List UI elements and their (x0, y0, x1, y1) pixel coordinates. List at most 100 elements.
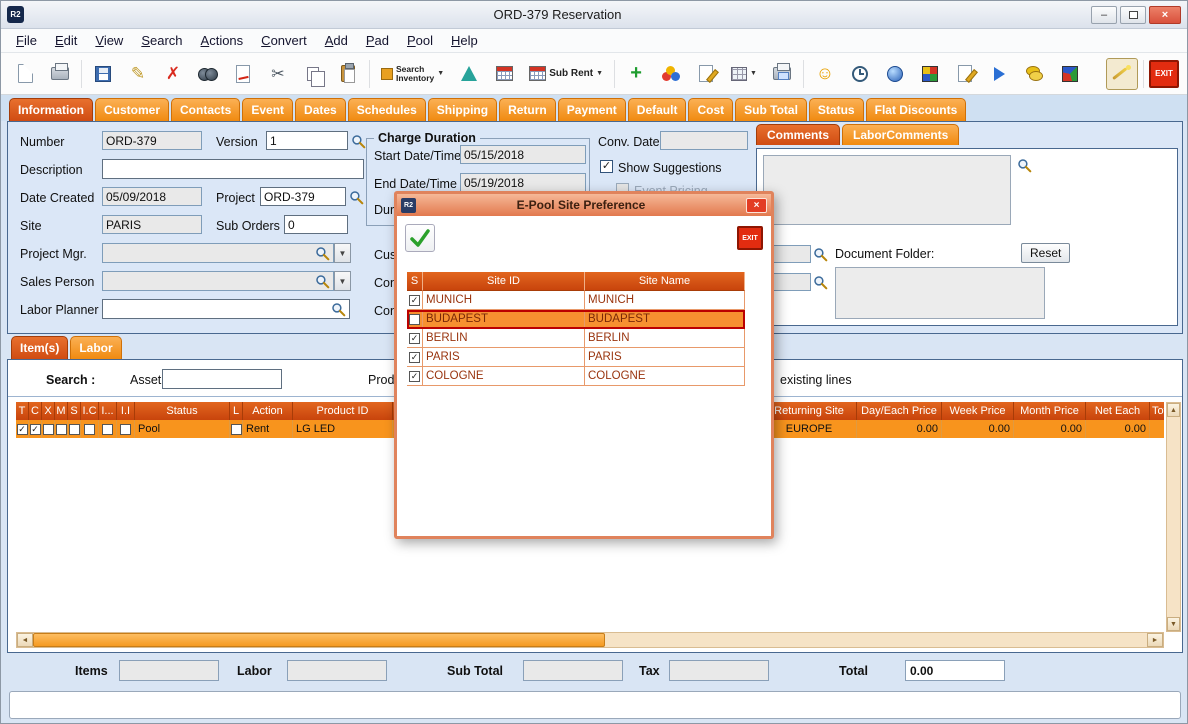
horizontal-scrollbar[interactable]: ◄ ► (16, 632, 1164, 648)
dialog-close-button[interactable]: × (746, 198, 767, 213)
wand-button[interactable] (1106, 58, 1138, 90)
version-field[interactable]: 1 (266, 131, 348, 150)
row-checkbox-i[interactable] (102, 424, 113, 435)
date-created-field[interactable]: 05/09/2018 (102, 187, 202, 206)
col-i[interactable]: I... (99, 402, 117, 420)
tab-customer[interactable]: Customer (95, 98, 169, 121)
menu-search[interactable]: Search (132, 30, 191, 51)
menu-add[interactable]: Add (316, 30, 357, 51)
new-button[interactable] (9, 58, 41, 90)
site-field[interactable]: PARIS (102, 215, 202, 234)
add-line-button[interactable]: + (620, 58, 652, 90)
edit-button[interactable]: ✎ (122, 58, 154, 90)
tab-labor[interactable]: Labor (70, 336, 121, 359)
site-checkbox[interactable]: ✓ (409, 295, 420, 306)
col-day-each-price[interactable]: Day/Each Price (857, 402, 942, 420)
web-button[interactable] (879, 58, 911, 90)
tab-payment[interactable]: Payment (558, 98, 626, 121)
conv-date-field[interactable] (660, 131, 748, 150)
find-button[interactable] (192, 58, 224, 90)
menu-edit[interactable]: Edit (46, 30, 86, 51)
comments-textarea[interactable] (763, 155, 1011, 225)
tab-event[interactable]: Event (242, 98, 293, 121)
site-checkbox[interactable]: ✓ (409, 371, 420, 382)
export-button[interactable] (984, 58, 1016, 90)
site-col-name[interactable]: Site Name (585, 272, 745, 291)
row-checkbox-ic[interactable] (84, 424, 95, 435)
vertical-scrollbar[interactable]: ▲ ▼ (1166, 402, 1181, 632)
row-checkbox-s[interactable] (69, 424, 80, 435)
dialog-ok-button[interactable] (405, 224, 435, 252)
comments-search-button[interactable] (1015, 156, 1034, 175)
col-ic[interactable]: I.C (81, 402, 99, 420)
menu-view[interactable]: View (86, 30, 132, 51)
col-product-id[interactable]: Product ID (293, 402, 393, 420)
col-net-each[interactable]: Net Each (1086, 402, 1150, 420)
end-date-field[interactable]: 05/19/2018 (460, 173, 586, 192)
folder-search-button-1[interactable] (811, 245, 830, 264)
financials-button[interactable] (1019, 58, 1051, 90)
cube-button[interactable] (1054, 58, 1086, 90)
row-checkbox-c[interactable]: ✓ (30, 424, 41, 435)
history-button[interactable] (844, 58, 876, 90)
project-field[interactable]: ORD-379 (260, 187, 346, 206)
asset-search-input[interactable] (162, 369, 282, 389)
options-button[interactable] (655, 58, 687, 90)
site-checkbox[interactable]: ✓ (409, 352, 420, 363)
tab-return[interactable]: Return (499, 98, 556, 121)
menu-help[interactable]: Help (442, 30, 487, 51)
col-returning-site[interactable]: Returning Site (762, 402, 857, 420)
sub-rent-button[interactable]: Sub Rent ▼ (523, 58, 609, 90)
col-ii[interactable]: I.I (117, 402, 135, 420)
availability-button[interactable] (488, 58, 520, 90)
sales-person-dropdown[interactable]: ▼ (334, 271, 351, 291)
row-checkbox-ii[interactable] (120, 424, 131, 435)
tab-contacts[interactable]: Contacts (171, 98, 240, 121)
col-x[interactable]: X (42, 402, 55, 420)
save-button[interactable] (87, 58, 119, 90)
col-action[interactable]: Action (243, 402, 293, 420)
col-week-price[interactable]: Week Price (942, 402, 1014, 420)
project-search-button[interactable] (347, 188, 366, 207)
col-l[interactable]: L (230, 402, 243, 420)
site-row-cologne[interactable]: ✓ COLOGNE COLOGNE (407, 367, 745, 386)
sub-orders-field[interactable]: 0 (284, 215, 348, 234)
feedback-button[interactable]: ☺ (809, 58, 841, 90)
minimize-button[interactable]: – (1091, 6, 1117, 24)
col-month-price[interactable]: Month Price (1014, 402, 1086, 420)
col-s[interactable]: S (68, 402, 81, 420)
project-mgr-dropdown[interactable]: ▼ (334, 243, 351, 263)
menu-file[interactable]: File (7, 30, 46, 51)
labor-planner-field[interactable] (102, 299, 350, 319)
row-checkbox-x[interactable] (43, 424, 54, 435)
tab-comments[interactable]: Comments (756, 124, 840, 145)
menu-pad[interactable]: Pad (357, 30, 398, 51)
row-checkbox-m[interactable] (56, 424, 67, 435)
site-checkbox[interactable]: ✓ (409, 333, 420, 344)
tab-flat-discounts[interactable]: Flat Discounts (866, 98, 967, 121)
menu-actions[interactable]: Actions (192, 30, 253, 51)
print-report-button[interactable] (766, 58, 798, 90)
print-button[interactable] (44, 58, 76, 90)
search-inventory-button[interactable]: Search Inventory ▼ (375, 58, 450, 90)
delete-button[interactable]: ✗ (157, 58, 189, 90)
paste-button[interactable] (332, 58, 364, 90)
inventory-3d-button[interactable] (453, 58, 485, 90)
project-mgr-field[interactable] (102, 243, 334, 263)
site-row-munich[interactable]: ✓ MUNICH MUNICH (407, 291, 745, 310)
tab-default[interactable]: Default (628, 98, 687, 121)
tools-button[interactable] (914, 58, 946, 90)
scroll-right-button[interactable]: ► (1147, 633, 1163, 647)
description-field[interactable] (102, 159, 364, 179)
col-c[interactable]: C (29, 402, 42, 420)
start-date-field[interactable]: 05/15/2018 (460, 145, 586, 164)
grid-view-button[interactable]: ▼ (725, 58, 763, 90)
site-row-budapest[interactable]: BUDAPEST BUDAPEST (407, 310, 745, 329)
close-button[interactable]: × (1149, 6, 1181, 24)
scroll-down-button[interactable]: ▼ (1167, 617, 1180, 631)
edit-notes-button[interactable] (949, 58, 981, 90)
document-folder-area[interactable] (835, 267, 1045, 319)
tab-shipping[interactable]: Shipping (428, 98, 497, 121)
col-total[interactable]: Total (1150, 402, 1164, 420)
reset-button[interactable]: Reset (1021, 243, 1070, 263)
